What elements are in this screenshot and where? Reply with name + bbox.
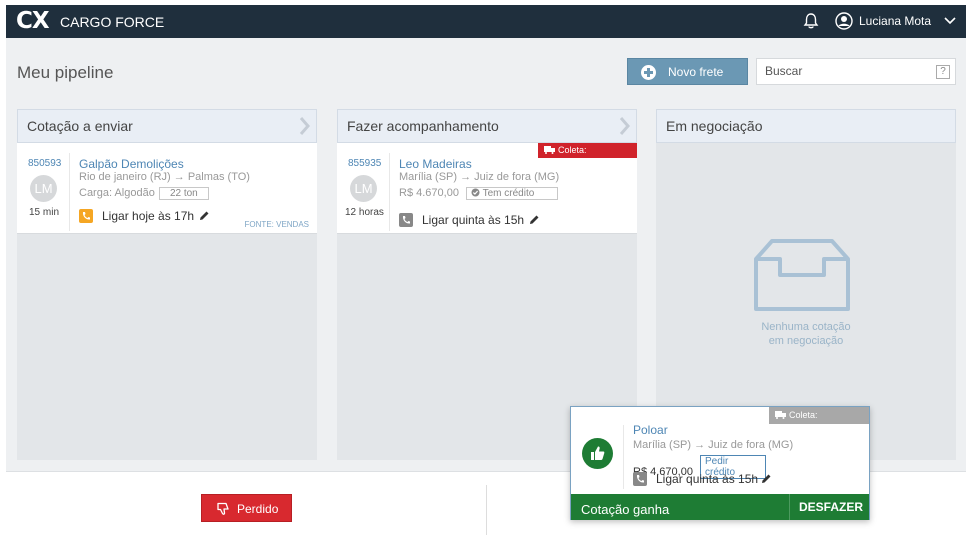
- freight-card[interactable]: Coleta: 855935 LM 12 horas Leo Madeiras …: [337, 143, 637, 234]
- help-icon[interactable]: ?: [936, 65, 950, 79]
- card-source: FONTE: VENDAS: [244, 220, 309, 229]
- card-route: Rio de janeiro (RJ) → Palmas (TO): [79, 171, 250, 183]
- pickup-badge: Coleta:: [769, 407, 869, 424]
- card-divider: [623, 425, 624, 489]
- chevron-down-icon[interactable]: [944, 16, 956, 26]
- chevron-right-icon[interactable]: [618, 116, 630, 136]
- card-time: 15 min: [29, 207, 60, 218]
- column-quote-to-send: Cotação a enviar 850593 LM 15 min Galpão…: [17, 109, 317, 460]
- search-input[interactable]: [765, 64, 925, 78]
- avatar: LM: [30, 175, 57, 202]
- card-id[interactable]: 855935: [348, 158, 381, 169]
- check-circle-icon: [471, 188, 480, 197]
- card-price: R$ 4.670,00: [399, 187, 459, 199]
- pickup-label: Coleta:: [558, 145, 587, 155]
- empty-line-2: em negociação: [768, 335, 844, 347]
- card-id[interactable]: 850593: [28, 158, 61, 169]
- call-reminder: Ligar quinta às 15h: [656, 472, 759, 486]
- column-title: Em negociação: [666, 118, 763, 134]
- card-company-name[interactable]: Leo Madeiras: [399, 157, 472, 171]
- user-icon[interactable]: [835, 12, 853, 30]
- credit-label: Tem crédito: [482, 188, 535, 199]
- call-reminder: Ligar hoje às 17h: [102, 209, 195, 223]
- new-freight-button[interactable]: Novo frete: [627, 58, 748, 85]
- won-banner: Cotação ganha DESFAZER: [571, 494, 869, 520]
- freight-card[interactable]: 850593 LM 15 min Galpão Demolições Rio d…: [17, 143, 317, 234]
- pencil-icon[interactable]: [760, 473, 772, 485]
- cargo-weight: 22 ton: [158, 187, 209, 200]
- card-route: Marília (SP) → Juiz de fora (MG): [399, 171, 560, 183]
- card-company-name[interactable]: Poloar: [633, 423, 668, 437]
- top-navbar: CX CARGO FORCE Luciana Mota: [6, 5, 966, 38]
- new-freight-label: Novo frete: [668, 65, 724, 79]
- pencil-icon[interactable]: [528, 214, 540, 226]
- column-header: Cotação a enviar: [17, 109, 317, 143]
- page-title: Meu pipeline: [17, 63, 114, 82]
- undo-button[interactable]: DESFAZER: [799, 500, 863, 514]
- avatar: LM: [350, 175, 377, 202]
- pickup-badge: Coleta:: [538, 143, 637, 158]
- truck-icon: [544, 146, 555, 154]
- bell-icon[interactable]: [802, 12, 820, 30]
- cargo-label: Carga: Algodão: [79, 187, 155, 199]
- drop-zone-divider: [486, 485, 487, 535]
- logo-mark: CX: [16, 8, 50, 34]
- card-price-row: R$ 4.670,00 Tem crédito: [399, 187, 558, 200]
- column-title: Cotação a enviar: [27, 118, 133, 134]
- pencil-icon[interactable]: [198, 210, 210, 222]
- phone-icon[interactable]: [633, 472, 647, 486]
- call-reminder: Ligar quinta às 15h: [422, 213, 525, 227]
- column-header: Em negociação: [656, 109, 956, 143]
- empty-box-icon: [754, 239, 850, 311]
- column-header: Fazer acompanhamento: [337, 109, 637, 143]
- card-divider: [389, 153, 390, 231]
- card-cargo: Carga: Algodão 22 ton: [79, 187, 209, 200]
- dragged-freight-card[interactable]: Coleta: Poloar Marília (SP) → Juiz de fo…: [570, 406, 870, 520]
- won-separator: [789, 494, 790, 520]
- thumbs-up-icon: [582, 438, 613, 469]
- user-name[interactable]: Luciana Mota: [859, 14, 931, 28]
- truck-icon: [775, 411, 786, 419]
- card-time: 12 horas: [345, 207, 384, 218]
- app-window: CX CARGO FORCE Luciana Mota Meu pipeline…: [6, 5, 966, 545]
- lost-label: Perdido: [237, 502, 279, 516]
- card-company-name[interactable]: Galpão Demolições: [79, 157, 184, 171]
- column-title: Fazer acompanhamento: [347, 118, 499, 134]
- card-route: Marília (SP) → Juiz de fora (MG): [633, 439, 794, 451]
- pickup-label: Coleta:: [789, 410, 818, 420]
- credit-badge: Tem crédito: [466, 187, 558, 200]
- chevron-right-icon[interactable]: [298, 116, 310, 136]
- lost-button[interactable]: Perdido: [201, 494, 292, 522]
- search-box: ?: [756, 58, 956, 85]
- plus-icon: [641, 65, 656, 80]
- card-divider: [69, 153, 70, 231]
- empty-state-text: Nenhuma cotação em negociação: [656, 320, 956, 348]
- phone-icon[interactable]: [79, 209, 93, 223]
- thumbs-down-icon: [217, 502, 229, 515]
- won-label: Cotação ganha: [581, 502, 670, 517]
- empty-line-1: Nenhuma cotação: [761, 321, 851, 333]
- logo-text: CARGO FORCE: [60, 14, 165, 30]
- phone-icon[interactable]: [399, 213, 413, 227]
